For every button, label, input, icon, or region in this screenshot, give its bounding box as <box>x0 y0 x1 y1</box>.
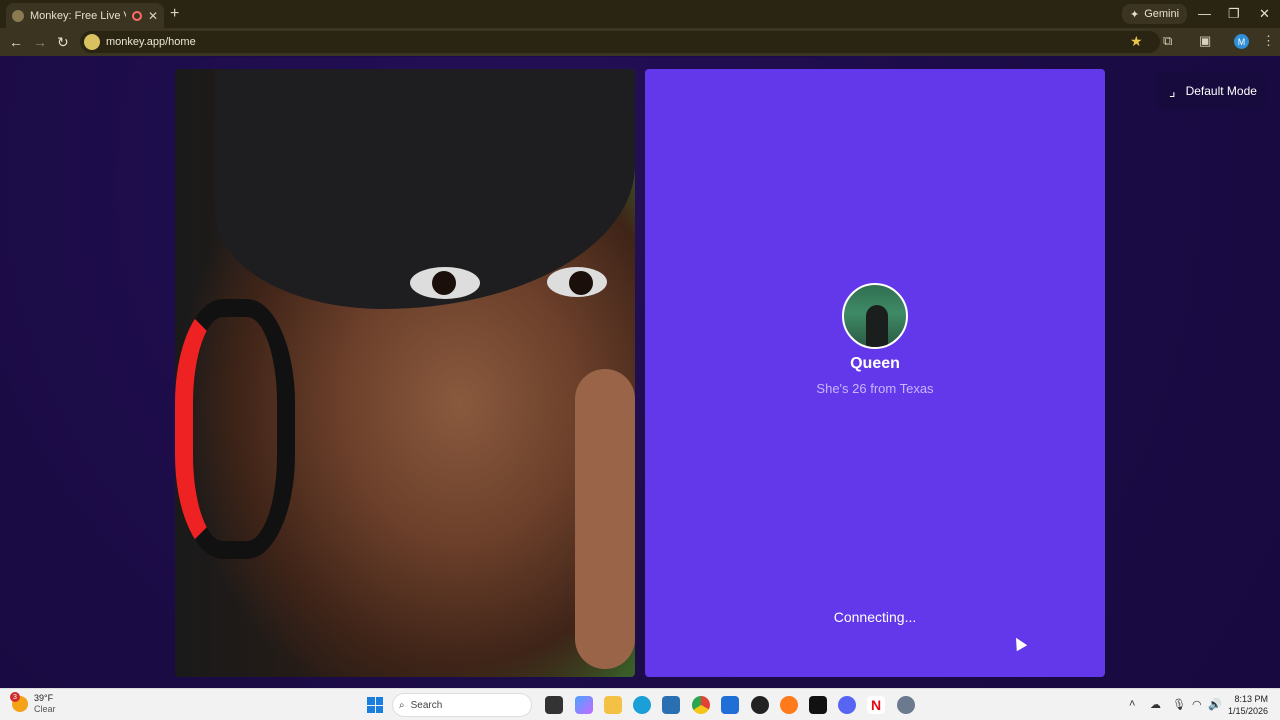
close-window-button[interactable]: ✕ <box>1259 6 1270 22</box>
settings-gear-icon[interactable] <box>897 696 915 714</box>
taskbar-clock[interactable]: 8:13 PM 1/15/2026 <box>1228 693 1268 717</box>
forward-arrow-icon[interactable]: → <box>33 34 47 50</box>
epic-games-icon[interactable] <box>809 696 827 714</box>
chrome-icon[interactable] <box>692 696 710 714</box>
volume-icon[interactable]: 🔊 <box>1208 698 1222 711</box>
avatar-person-shape <box>866 305 888 347</box>
connection-status: Connecting... <box>833 609 917 625</box>
extensions-icon[interactable]: ⧉ <box>1163 33 1172 49</box>
site-info-icon[interactable] <box>84 34 100 50</box>
copilot-icon[interactable] <box>575 696 593 714</box>
weather-temp: 39°F <box>34 693 54 703</box>
weather-condition: Clear <box>34 704 56 714</box>
url-text: monkey.app/home <box>106 36 196 48</box>
restore-button[interactable]: ❐ <box>1228 6 1240 22</box>
discord-icon[interactable] <box>838 696 856 714</box>
photos-icon[interactable] <box>662 696 680 714</box>
wifi-icon[interactable]: ◠ <box>1192 698 1202 711</box>
peer-info: She's 26 from Texas <box>816 381 934 396</box>
notification-badge: 3 <box>10 692 20 702</box>
tab-search-icon[interactable]: ▣ <box>1199 33 1211 49</box>
windows-start-icon[interactable] <box>367 697 383 713</box>
gemini-icon: ✦ <box>1130 8 1140 21</box>
recording-indicator-icon <box>131 10 142 21</box>
tab-title: Monkey: Free Live Video Ch <box>30 9 126 22</box>
video-eye-shape <box>410 267 480 299</box>
video-eye-shape <box>547 267 607 297</box>
taskbar-search[interactable]: ⌕ Search <box>392 693 532 717</box>
default-mode-label: Default Mode <box>1185 84 1257 98</box>
new-tab-button[interactable]: + <box>170 5 179 23</box>
minimize-button[interactable]: — <box>1198 6 1211 21</box>
video-headphone-shape <box>175 299 295 559</box>
bookmark-star-icon[interactable]: ★ <box>1130 33 1143 50</box>
tab-close-icon[interactable]: ✕ <box>148 9 158 23</box>
monkey-favicon-icon <box>12 9 24 22</box>
address-bar[interactable]: monkey.app/home <box>80 31 1160 53</box>
search-icon: ⌕ <box>399 699 405 711</box>
onedrive-icon[interactable]: ☁ <box>1150 698 1161 711</box>
reload-icon[interactable]: ↻ <box>57 34 69 51</box>
clock-time: 8:13 PM <box>1234 694 1269 704</box>
self-video-feed <box>175 69 635 677</box>
microphone-icon[interactable]: 🎙 <box>1172 698 1186 711</box>
clock-date: 1/15/2026 <box>1228 706 1269 716</box>
browser-tab[interactable]: Monkey: Free Live Video Ch ✕ <box>6 3 164 28</box>
tray-chevron-up-icon[interactable]: ˄ <box>1129 698 1135 710</box>
browser-tab-bar: Monkey: Free Live Video Ch ✕ + ✦ Gemini … <box>0 0 1280 28</box>
peer-video-panel: Queen She's 26 from Texas Connecting... <box>645 69 1105 677</box>
video-hand-shape <box>575 369 635 669</box>
netflix-icon[interactable]: N <box>867 696 885 714</box>
search-label: Search <box>410 699 443 711</box>
profile-avatar[interactable]: M <box>1234 34 1249 49</box>
menu-kebab-icon[interactable]: ⋮ <box>1262 33 1275 49</box>
weather-widget[interactable]: 3 39°F Clear <box>10 692 56 715</box>
obs-icon[interactable] <box>751 696 769 714</box>
file-explorer-icon[interactable] <box>604 696 622 714</box>
back-arrow-icon[interactable]: ← <box>9 34 23 50</box>
task-view-icon[interactable] <box>545 696 563 714</box>
weather-sun-icon: 3 <box>10 692 28 712</box>
gemini-button[interactable]: ✦ Gemini <box>1122 4 1188 24</box>
peer-name: Queen <box>850 355 900 372</box>
peer-avatar <box>842 283 908 349</box>
browser-toolbar: ← → ↻ monkey.app/home ★ ⧉ ▣ ⋮ <box>0 28 1280 56</box>
edge-icon[interactable] <box>633 696 651 714</box>
collapse-icon: ⌟ <box>1169 82 1176 99</box>
gemini-label: Gemini <box>1144 8 1180 20</box>
monkey-app-page: Queen She's 26 from Texas Connecting... … <box>0 57 1280 688</box>
firefox-icon[interactable] <box>780 696 798 714</box>
outlook-icon[interactable] <box>721 696 739 714</box>
taskbar: 3 39°F Clear ⌕ Search N ˄ ☁ 🎙 ◠ 🔊 8:13 P… <box>0 688 1280 720</box>
default-mode-button[interactable]: ⌟ Default Mode <box>1157 72 1267 110</box>
